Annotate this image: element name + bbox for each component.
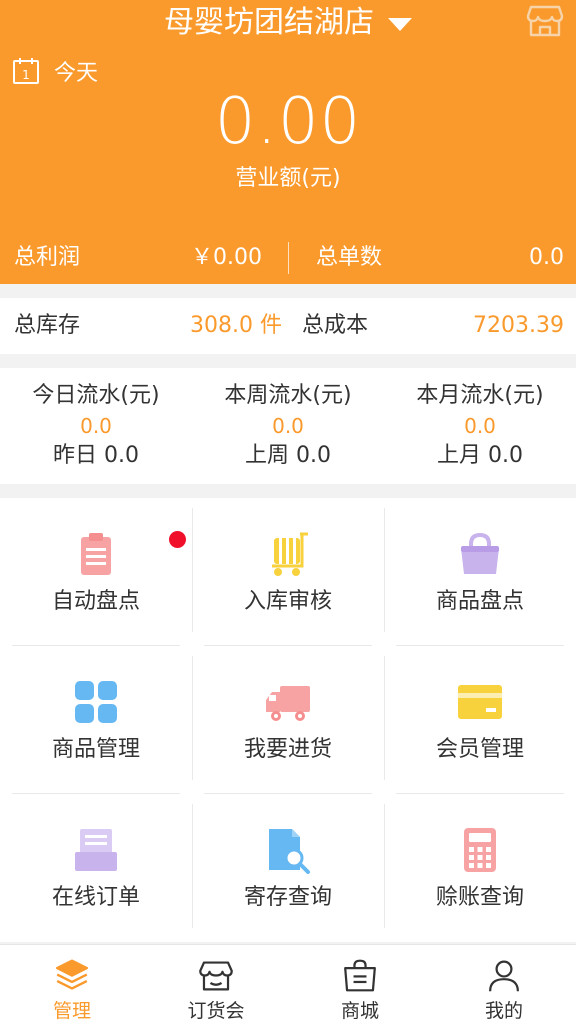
menu-label: 商品管理 — [51, 737, 140, 762]
summary-divider — [288, 242, 289, 274]
flow-label: 本月流水(元) — [416, 383, 544, 408]
menu-purchase[interactable]: 我要进货 — [192, 646, 384, 794]
document-icon — [75, 829, 117, 871]
cash-flow-stats: 今日流水(元) 0.0 昨日 0.0 本周流水(元) 0.0 上周 0.0 本月… — [0, 368, 576, 484]
menu-auto-inventory[interactable]: 自动盘点 — [0, 498, 192, 646]
orders-label: 总单数 — [316, 245, 383, 270]
flow-previous: 上周 0.0 — [245, 443, 331, 468]
flow-previous: 上月 0.0 — [437, 443, 523, 468]
menu-product-management[interactable]: 商品管理 — [0, 646, 192, 794]
menu-label: 在线订单 — [51, 885, 140, 910]
stock-value: 308.0 件 — [190, 313, 282, 338]
dashboard-header: 母婴坊团结湖店 1 今天 0.00 营业额(元) 总利润 ￥0.00 总单数 0… — [0, 0, 576, 284]
user-icon — [489, 960, 519, 992]
nav-order-fair[interactable]: 订货会 — [144, 945, 288, 1024]
menu-label: 会员管理 — [435, 737, 524, 762]
profit-label: 总利润 — [14, 245, 81, 270]
menu-storage-query[interactable]: 寄存查询 — [192, 794, 384, 942]
nav-mall[interactable]: 商城 — [288, 945, 432, 1024]
menu-credit-query[interactable]: 赊账查询 — [384, 794, 576, 942]
menu-label: 赊账查询 — [435, 885, 524, 910]
clipboard-icon — [81, 533, 111, 575]
menu-product-count[interactable]: 商品盘点 — [384, 498, 576, 646]
flow-today[interactable]: 今日流水(元) 0.0 昨日 0.0 — [0, 368, 192, 484]
chevron-down-icon — [388, 17, 412, 31]
profit-orders-summary: 总利润 ￥0.00 总单数 0.0 — [0, 238, 576, 278]
nav-label: 管理 — [52, 1000, 91, 1022]
calculator-icon — [464, 828, 496, 872]
menu-online-orders[interactable]: 在线订单 — [0, 794, 192, 942]
nav-label: 商城 — [340, 1000, 379, 1022]
store-icon — [199, 961, 233, 991]
svg-text:1: 1 — [22, 68, 30, 82]
flow-week[interactable]: 本周流水(元) 0.0 上周 0.0 — [192, 368, 384, 484]
shopping-bag-icon — [344, 959, 376, 992]
notification-badge — [169, 531, 186, 548]
basket-icon — [461, 532, 499, 574]
calendar-icon: 1 — [13, 58, 39, 84]
profit-value: ￥0.00 — [191, 245, 262, 270]
inventory-summary[interactable]: 总库存 308.0 件 总成本 7203.39 — [0, 298, 576, 354]
card-icon — [458, 685, 502, 719]
truck-icon — [266, 686, 310, 721]
menu-label: 商品盘点 — [435, 589, 524, 614]
function-grid: 自动盘点 入库审核 商品盘点 商品管理 我要进货 会员管理 在线订单 寄存查询 … — [0, 498, 576, 942]
cart-icon — [272, 532, 308, 576]
menu-stock-in-review[interactable]: 入库审核 — [192, 498, 384, 646]
nav-mine[interactable]: 我的 — [432, 945, 576, 1024]
flow-label: 今日流水(元) — [32, 383, 160, 408]
cost-value: 7203.39 — [473, 313, 564, 338]
orders-value: 0.0 — [529, 245, 564, 270]
store-name: 母婴坊团结湖店 — [164, 5, 374, 40]
nav-label: 订货会 — [187, 1000, 245, 1022]
bottom-nav: 管理 订货会 商城 我的 — [0, 944, 576, 1024]
flow-month[interactable]: 本月流水(元) 0.0 上月 0.0 — [384, 368, 576, 484]
menu-member-management[interactable]: 会员管理 — [384, 646, 576, 794]
layers-icon — [55, 959, 89, 990]
nav-manage[interactable]: 管理 — [0, 945, 144, 1024]
cost-label: 总成本 — [302, 313, 369, 338]
flow-label: 本周流水(元) — [224, 383, 352, 408]
menu-label: 我要进货 — [243, 737, 332, 762]
menu-label: 自动盘点 — [51, 589, 140, 614]
sales-label: 营业额(元) — [235, 166, 341, 191]
flow-value: 0.0 — [80, 414, 112, 438]
menu-label: 入库审核 — [243, 589, 332, 614]
sales-amount: 0.00 — [214, 85, 362, 159]
grid-icon — [75, 681, 117, 723]
store-selector[interactable]: 母婴坊团结湖店 — [0, 0, 576, 46]
search-file-icon — [269, 829, 310, 874]
flow-value: 0.0 — [272, 414, 304, 438]
menu-label: 寄存查询 — [243, 885, 332, 910]
nav-label: 我的 — [484, 1000, 523, 1022]
flow-previous: 昨日 0.0 — [53, 443, 139, 468]
stock-label: 总库存 — [14, 313, 81, 338]
flow-value: 0.0 — [464, 414, 496, 438]
shop-icon[interactable] — [526, 2, 564, 38]
